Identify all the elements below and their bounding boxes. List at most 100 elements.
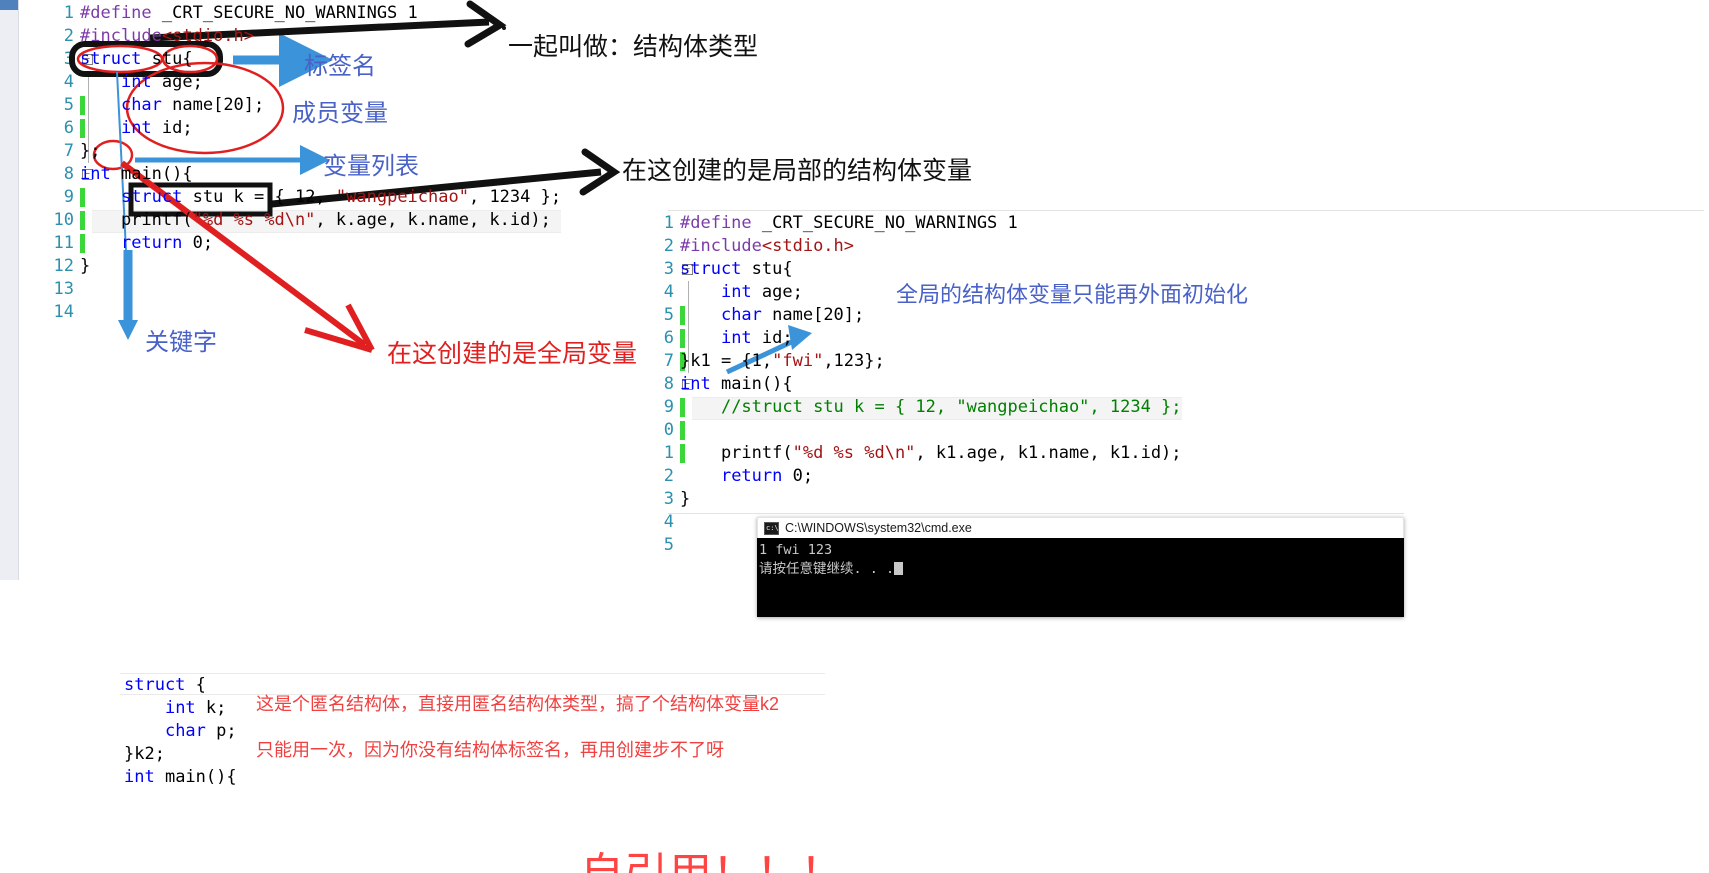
annotation-anonymous-struct: 这是个匿名结构体，直接用匿名结构体类型，搞了个结构体变量k2: [256, 694, 780, 714]
code-text: int main(){: [680, 374, 793, 394]
code-text: int k;: [164, 698, 227, 718]
code-text: struct stu k = { 12, "wangpeichao", 1234…: [120, 187, 562, 207]
code-line[interactable]: 6 int id;: [640, 327, 1182, 350]
line-number: 11: [53, 233, 74, 253]
line-number: 1: [63, 3, 74, 23]
right-editor-bottom-rule: [668, 513, 1404, 514]
cmd-output-area: 1 fwi 123 请按任意键继续. . .: [757, 538, 1404, 579]
line-number: 8: [663, 374, 674, 394]
code-line[interactable]: 2 return 0;: [640, 465, 1182, 488]
code-line[interactable]: 12}: [40, 255, 561, 278]
cmd-output-line-1: 1 fwi 123: [759, 542, 833, 558]
annotation-struct-type: 一起叫做：结构体类型: [508, 33, 759, 61]
line-number: 1: [663, 443, 674, 463]
code-line[interactable]: 1 #define _CRT_SECURE_NO_WARNINGS 1: [640, 212, 1182, 235]
cmd-title-bar[interactable]: C:\WINDOWS\system32\cmd.exe: [757, 517, 1404, 538]
code-text: printf("%d %s %d\n", k1.age, k1.name, k1…: [680, 443, 1182, 463]
line-number: 4: [663, 282, 674, 302]
slide-edge-accent: [0, 0, 18, 10]
code-line[interactable]: int main(){: [100, 766, 237, 789]
code-text: int main(){: [80, 164, 193, 184]
code-text: char name[20];: [120, 95, 265, 115]
code-line[interactable]: }k2;: [100, 743, 237, 766]
annotation-variable-list: 变量列表: [323, 153, 419, 180]
code-text: }k2;: [124, 744, 165, 764]
line-number: 6: [663, 328, 674, 348]
code-text: #define _CRT_SECURE_NO_WARNINGS 1: [680, 213, 1018, 233]
code-line[interactable]: 10 printf("%d %s %d\n", k.age, k.name, k…: [40, 209, 562, 233]
code-line[interactable]: 3}: [640, 488, 1182, 511]
code-text: int main(){: [124, 767, 237, 787]
code-line[interactable]: 4 int age;: [40, 71, 561, 94]
slide-left-edge: [0, 0, 19, 580]
code-line[interactable]: 9 //struct stu k = { 12, "wangpeichao", …: [640, 396, 1182, 420]
code-text: }: [680, 489, 691, 509]
code-line[interactable]: int k;: [100, 697, 237, 720]
code-line[interactable]: 13: [40, 278, 561, 301]
code-line[interactable]: −3 struct stu{: [40, 48, 561, 71]
code-editor-top-left[interactable]: 1 #define _CRT_SECURE_NO_WARNINGS 1 2 #incl…: [40, 2, 562, 324]
code-text: };: [80, 141, 101, 161]
code-line[interactable]: 2 #include<stdio.h>: [640, 235, 1182, 258]
line-number: 13: [53, 279, 74, 299]
code-line[interactable]: −8 int main(){: [640, 373, 1182, 396]
line-number: 2: [663, 466, 674, 486]
line-number: 6: [63, 118, 74, 138]
line-number: 2: [63, 26, 74, 46]
line-number: 8: [63, 164, 74, 184]
code-text: //struct stu k = { 12, "wangpeichao", 12…: [720, 397, 1182, 417]
bottom-editor-rule: [120, 673, 825, 674]
code-text: }: [80, 256, 91, 276]
code-text: int id;: [120, 118, 193, 138]
line-number: 3: [663, 489, 674, 509]
code-line[interactable]: 11 return 0;: [40, 232, 561, 255]
code-text: char p;: [164, 721, 237, 741]
code-text: int age;: [120, 72, 203, 92]
line-number: 5: [63, 95, 74, 115]
code-text: struct stu{: [80, 49, 193, 69]
code-line[interactable]: 2 #include<stdio.h>: [40, 25, 561, 48]
line-number: 2: [663, 236, 674, 256]
line-number: 0: [663, 420, 674, 440]
line-number: 4: [663, 512, 674, 532]
code-line[interactable]: 7};: [40, 140, 561, 163]
cmd-caret: [894, 562, 904, 575]
line-number: 12: [53, 256, 74, 276]
annotation-global-struct-init: 全局的结构体变量只能再外面初始化: [896, 282, 1249, 307]
annotation-global-var: 在这创建的是全局变量: [387, 340, 638, 368]
code-editor-right[interactable]: 1 #define _CRT_SECURE_NO_WARNINGS 1 2 #incl…: [640, 212, 1182, 557]
line-number: 1: [663, 213, 674, 233]
code-text: #include<stdio.h>: [680, 236, 855, 256]
code-text: struct {: [124, 675, 206, 695]
code-text: return 0;: [120, 233, 214, 253]
line-number: 5: [663, 305, 674, 325]
code-text: printf("%d %s %d\n", k.age, k.name, k.id…: [80, 210, 551, 230]
code-text: struct stu{: [680, 259, 793, 279]
code-line[interactable]: −8 int main(){: [40, 163, 561, 186]
code-line[interactable]: char p;: [100, 720, 237, 743]
annotation-local-struct-var: 在这创建的是局部的结构体变量: [622, 157, 973, 185]
code-line[interactable]: 7}k1 = {1,"fwi",123};: [640, 350, 1182, 373]
code-text: char name[20];: [720, 305, 865, 325]
code-line[interactable]: 9 struct stu k = { 12, "wangpeichao", 12…: [40, 186, 561, 209]
code-text: return 0;: [720, 466, 814, 486]
code-line[interactable]: 0: [640, 419, 1182, 442]
cmd-console-window[interactable]: C:\WINDOWS\system32\cmd.exe 1 fwi 123 请按…: [757, 517, 1404, 617]
line-number: 3: [663, 259, 674, 279]
line-number: 10: [53, 210, 74, 230]
right-editor-top-rule: [668, 210, 1704, 211]
line-number: 14: [53, 302, 74, 322]
annotation-tag-name: 标签名: [304, 53, 376, 80]
console-icon: [764, 521, 779, 535]
code-text: #define _CRT_SECURE_NO_WARNINGS 1: [80, 3, 418, 23]
line-number: 5: [663, 535, 674, 555]
code-line[interactable]: 1 printf("%d %s %d\n", k1.age, k1.name, …: [640, 442, 1182, 465]
code-line[interactable]: 1 #define _CRT_SECURE_NO_WARNINGS 1: [40, 2, 561, 25]
code-line[interactable]: 14: [40, 301, 561, 324]
annotation-only-once: 只能用一次，因为你没有结构体标签名，再用创建步不了呀: [256, 740, 724, 760]
line-number: 4: [63, 72, 74, 92]
code-editor-bottom[interactable]: struct { int k; char p; }k2; int main(){: [100, 674, 237, 789]
cmd-output-line-2: 请按任意键继续. . .: [759, 561, 895, 577]
code-text: }k1 = {1,"fwi",123};: [680, 351, 885, 371]
annotation-keyword: 关键字: [145, 329, 217, 356]
